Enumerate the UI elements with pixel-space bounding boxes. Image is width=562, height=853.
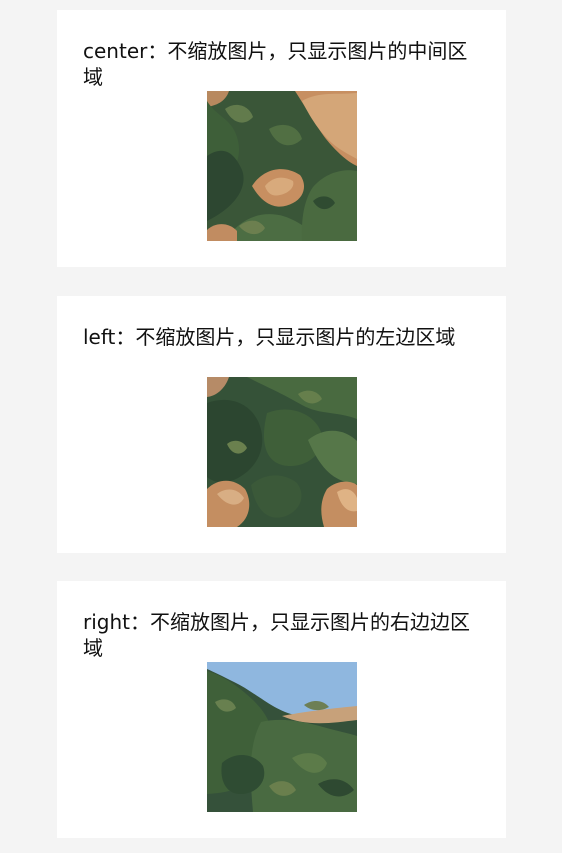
example-card-right: right：不缩放图片，只显示图片的右边边区域: [57, 581, 506, 838]
example-caption-left: left：不缩放图片，只显示图片的左边区域: [83, 325, 456, 349]
example-caption-right: right：不缩放图片，只显示图片的右边边区域: [83, 610, 470, 660]
example-caption-center: center：不缩放图片，只显示图片的中间区域: [83, 39, 468, 89]
image-right-crop: [207, 662, 357, 812]
landscape-photo-icon: [207, 377, 357, 527]
image-left-crop: [207, 377, 357, 527]
landscape-photo-icon: [207, 91, 357, 241]
image-center-crop: [207, 91, 357, 241]
example-card-left: left：不缩放图片，只显示图片的左边区域: [57, 296, 506, 553]
example-card-center: center：不缩放图片，只显示图片的中间区域: [57, 10, 506, 267]
landscape-photo-icon: [207, 662, 357, 812]
